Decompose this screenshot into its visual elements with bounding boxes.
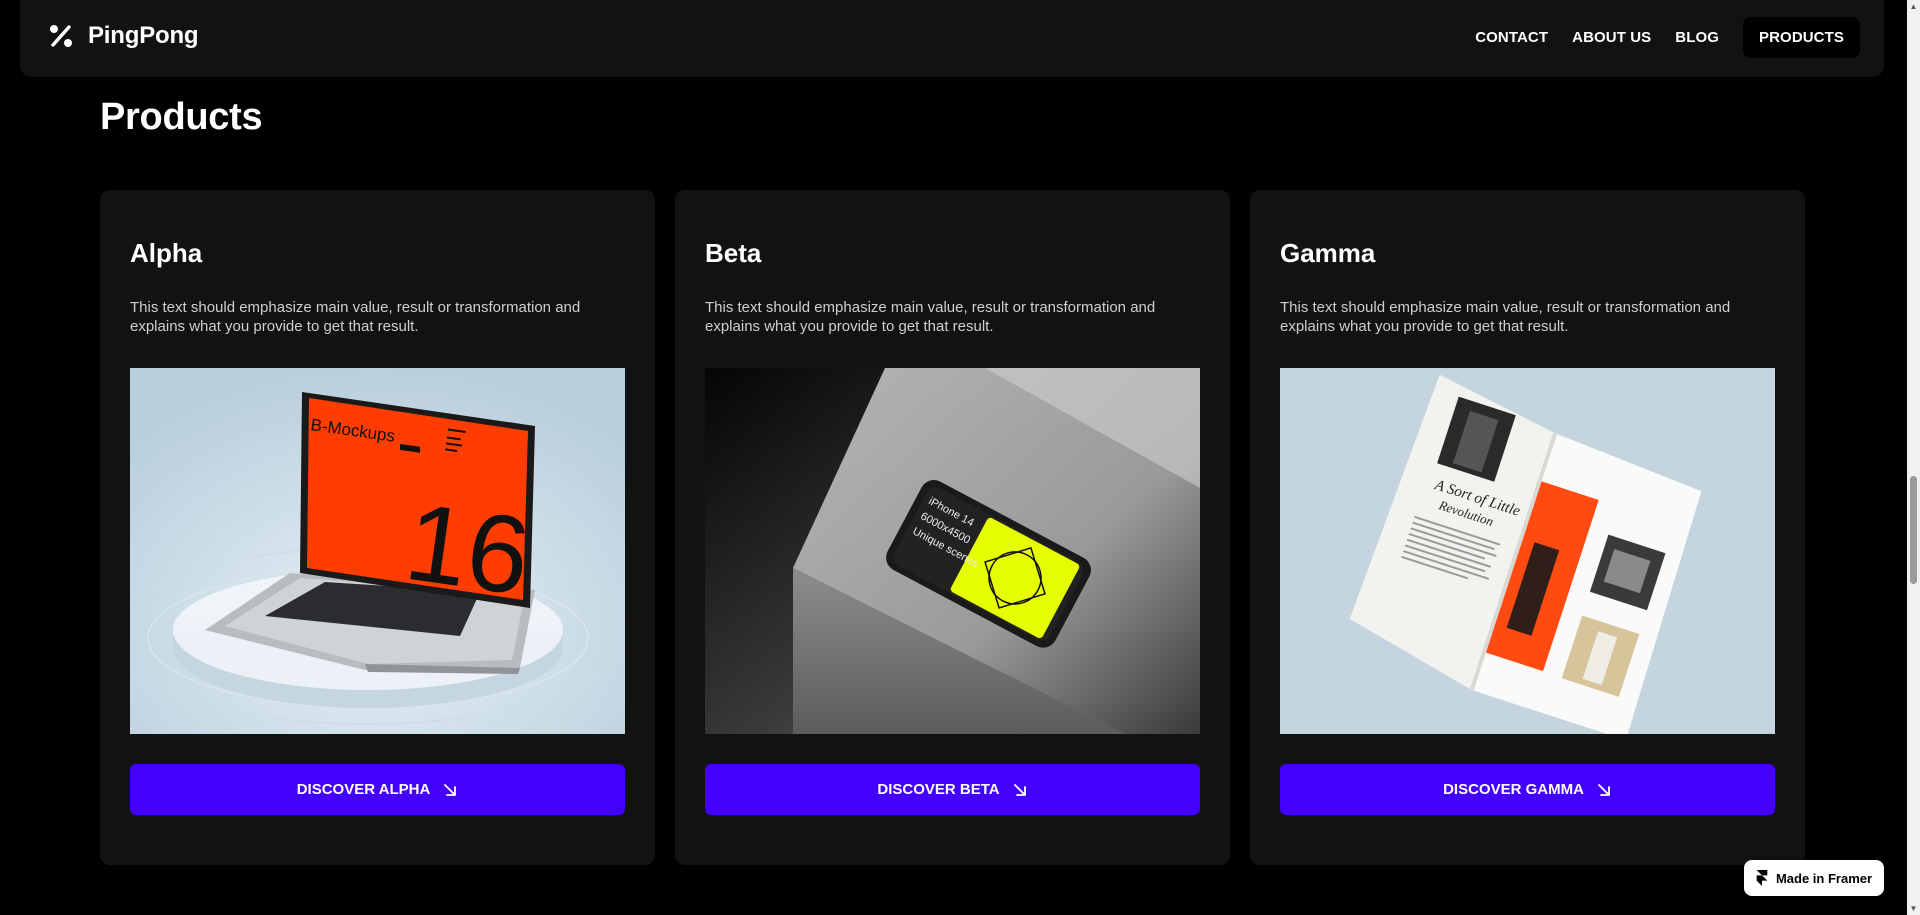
badge-label: Made in Framer (1775, 870, 1873, 886)
product-title: Alpha (130, 238, 203, 268)
top-navbar: PingPong CONTACT ABOUT US BLOG PRODUCTS (20, 0, 1884, 77)
nav-link-blog[interactable]: BLOG (1675, 29, 1719, 46)
discover-beta-button[interactable]: DISCOVER BETA (705, 764, 1200, 815)
product-description: This text should emphasize main value, r… (705, 299, 1156, 335)
button-label: DISCOVER ALPHA (296, 781, 431, 798)
scroll-down-arrow-icon[interactable]: ▼ (1909, 904, 1918, 913)
page-title: Products (100, 96, 263, 138)
discover-gamma-button[interactable]: DISCOVER GAMMA (1280, 764, 1775, 815)
arrow-down-right-icon (1013, 783, 1026, 796)
product-description: This text should emphasize main value, r… (1280, 299, 1731, 335)
main-nav: CONTACT ABOUT US BLOG PRODUCTS (1451, 17, 1860, 58)
nav-link-contact[interactable]: CONTACT (1475, 29, 1548, 46)
framer-icon (1756, 870, 1768, 886)
product-card-beta: Beta This text should emphasize main val… (675, 190, 1230, 865)
product-title: Beta (705, 238, 762, 268)
svg-text:16: 16 (399, 480, 537, 619)
product-description: This text should emphasize main value, r… (130, 299, 581, 335)
scroll-up-arrow-icon[interactable]: ▲ (1909, 2, 1918, 11)
brand-logo[interactable]: PingPong (48, 22, 199, 50)
page-scrollbar[interactable]: ▲ ▼ (1907, 0, 1920, 915)
magazine-mockup-image: A Sort of Little Revolution (1280, 368, 1775, 734)
arrow-down-right-icon (444, 783, 457, 796)
discover-alpha-button[interactable]: DISCOVER ALPHA (130, 764, 625, 815)
percent-icon (50, 25, 72, 47)
phone-mockup-image: iPhone 14 6000x4500 Unique scenes (705, 368, 1200, 734)
laptop-mockup-image: B-Mockups 16 (130, 368, 625, 734)
button-label: DISCOVER BETA (877, 781, 1000, 798)
product-title: Gamma (1280, 238, 1376, 268)
product-card-alpha: Alpha This text should emphasize main va… (100, 190, 655, 865)
product-card-gamma: Gamma This text should emphasize main va… (1250, 190, 1805, 865)
brand-name: PingPong (88, 22, 199, 49)
nav-link-products[interactable]: PRODUCTS (1743, 17, 1860, 58)
arrow-down-right-icon (1598, 783, 1610, 796)
scrollbar-thumb[interactable] (1910, 476, 1917, 584)
made-in-framer-badge[interactable]: Made in Framer (1744, 860, 1884, 896)
nav-link-about-us[interactable]: ABOUT US (1572, 29, 1651, 46)
button-label: DISCOVER GAMMA (1443, 781, 1584, 798)
